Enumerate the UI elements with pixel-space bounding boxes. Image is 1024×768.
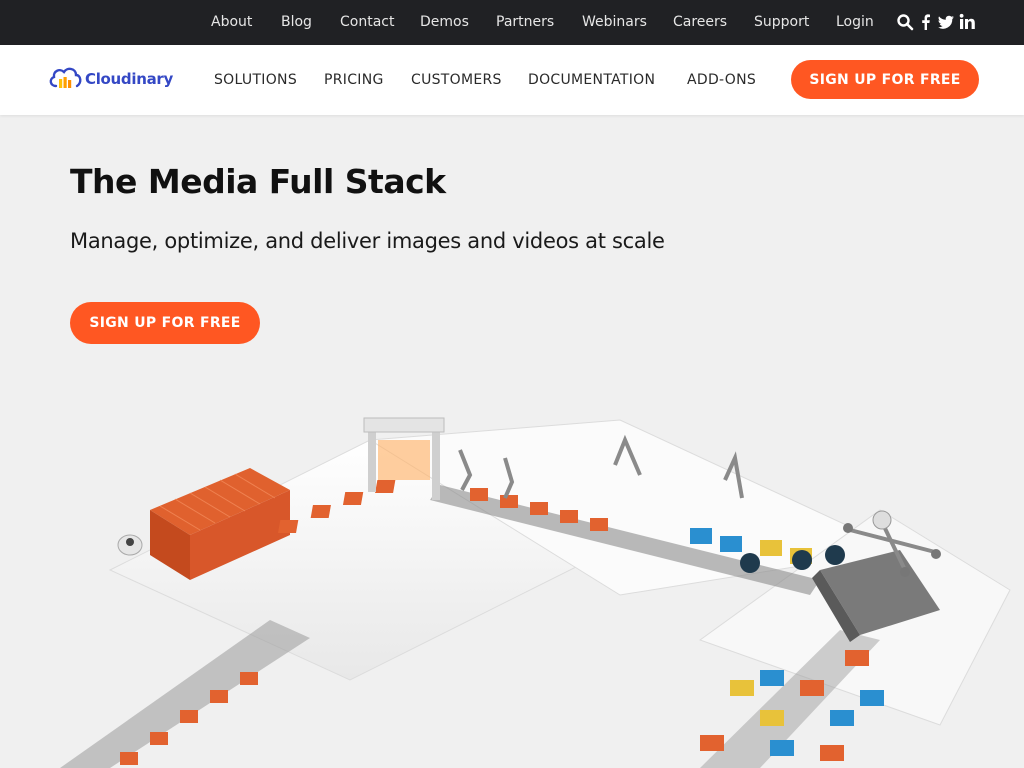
linkedin-icon[interactable] bbox=[959, 13, 977, 31]
top-link-support[interactable]: Support bbox=[754, 14, 809, 30]
nav-item-add-ons[interactable]: ADD-ONS bbox=[687, 72, 756, 88]
nav-item-documentation[interactable]: DOCUMENTATION bbox=[528, 72, 655, 88]
search-icon[interactable] bbox=[896, 13, 914, 31]
top-link-webinars[interactable]: Webinars bbox=[582, 14, 647, 30]
hero-signup-button[interactable]: SIGN UP FOR FREE bbox=[70, 302, 260, 344]
hero-subtitle: Manage, optimize, and deliver images and… bbox=[70, 229, 665, 253]
cloud-logo-icon bbox=[49, 67, 82, 88]
logo-text: Cloudinary bbox=[85, 70, 173, 88]
conveyor-bottom-left bbox=[60, 620, 310, 768]
media-factory-illustration bbox=[60, 417, 1011, 768]
top-link-blog[interactable]: Blog bbox=[281, 14, 312, 30]
nav-item-customers[interactable]: CUSTOMERS bbox=[411, 72, 502, 88]
nav-item-pricing[interactable]: PRICING bbox=[324, 72, 384, 88]
top-link-about[interactable]: About bbox=[211, 14, 252, 30]
twitter-icon[interactable] bbox=[937, 13, 955, 31]
main-navigation: Cloudinary SOLUTIONS PRICING CUSTOMERS D… bbox=[0, 45, 1024, 115]
nav-item-solutions[interactable]: SOLUTIONS bbox=[214, 72, 297, 88]
hero-title: The Media Full Stack bbox=[70, 162, 446, 201]
top-link-partners[interactable]: Partners bbox=[496, 14, 554, 30]
brand-logo[interactable]: Cloudinary bbox=[48, 65, 173, 93]
top-link-login[interactable]: Login bbox=[836, 14, 874, 30]
nav-signup-button[interactable]: SIGN UP FOR FREE bbox=[791, 60, 979, 99]
top-link-demos[interactable]: Demos bbox=[420, 14, 469, 30]
top-utility-bar: About Blog Contact Demos Partners Webina… bbox=[0, 0, 1024, 45]
facebook-icon[interactable] bbox=[919, 13, 937, 31]
small-robot bbox=[117, 534, 143, 556]
top-link-contact[interactable]: Contact bbox=[340, 14, 394, 30]
top-link-careers[interactable]: Careers bbox=[673, 14, 727, 30]
